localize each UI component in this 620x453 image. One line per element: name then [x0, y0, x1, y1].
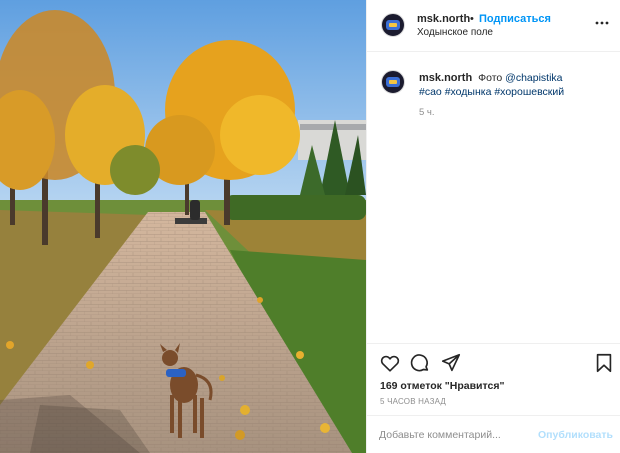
post-header: msk.north • Подписаться Ходынское поле [367, 0, 620, 52]
post-photo[interactable] [0, 0, 366, 453]
post-side-panel: msk.north • Подписаться Ходынское поле m… [366, 0, 620, 453]
publish-button[interactable]: Опубликовать [538, 429, 613, 441]
share-icon[interactable] [440, 352, 462, 374]
comment-input[interactable] [379, 427, 529, 443]
author-avatar[interactable] [381, 13, 405, 37]
autumn-park-photo [0, 0, 366, 453]
hashtag-link[interactable]: #сао [419, 86, 442, 98]
caption-author-username[interactable]: msk.north [419, 72, 472, 84]
caption-mention-link[interactable]: @chapistika [505, 72, 562, 84]
actions-bar: 169 отметок "Нравится" 5 ЧАСОВ НАЗАД [367, 343, 620, 415]
comment-icon[interactable] [409, 352, 431, 374]
location-link[interactable]: Ходынское поле [417, 27, 493, 38]
more-options-icon[interactable] [594, 15, 610, 31]
caption-section: msk.north Фото @chapistika #сао #ходынка… [367, 52, 620, 343]
hashtag-link[interactable]: #хорошевский [494, 86, 564, 98]
separator-dot: • [470, 13, 474, 25]
follow-button[interactable]: Подписаться [479, 13, 551, 25]
caption-prefix: Фото [478, 72, 503, 84]
caption-author-avatar[interactable] [381, 70, 405, 94]
heart-icon[interactable] [379, 352, 401, 374]
comment-row: Опубликовать [367, 415, 620, 453]
person-on-bench [190, 200, 200, 220]
caption-text: msk.north Фото @chapistika #сао #ходынка… [419, 71, 614, 99]
hashtag-link[interactable]: #ходынка [445, 86, 492, 98]
author-username[interactable]: msk.north [417, 13, 470, 25]
caption-age[interactable]: 5 ч. [419, 107, 435, 118]
posted-time[interactable]: 5 ЧАСОВ НАЗАД [380, 397, 446, 406]
bookmark-icon[interactable] [593, 352, 615, 374]
likes-count[interactable]: 169 отметок "Нравится" [380, 380, 504, 392]
